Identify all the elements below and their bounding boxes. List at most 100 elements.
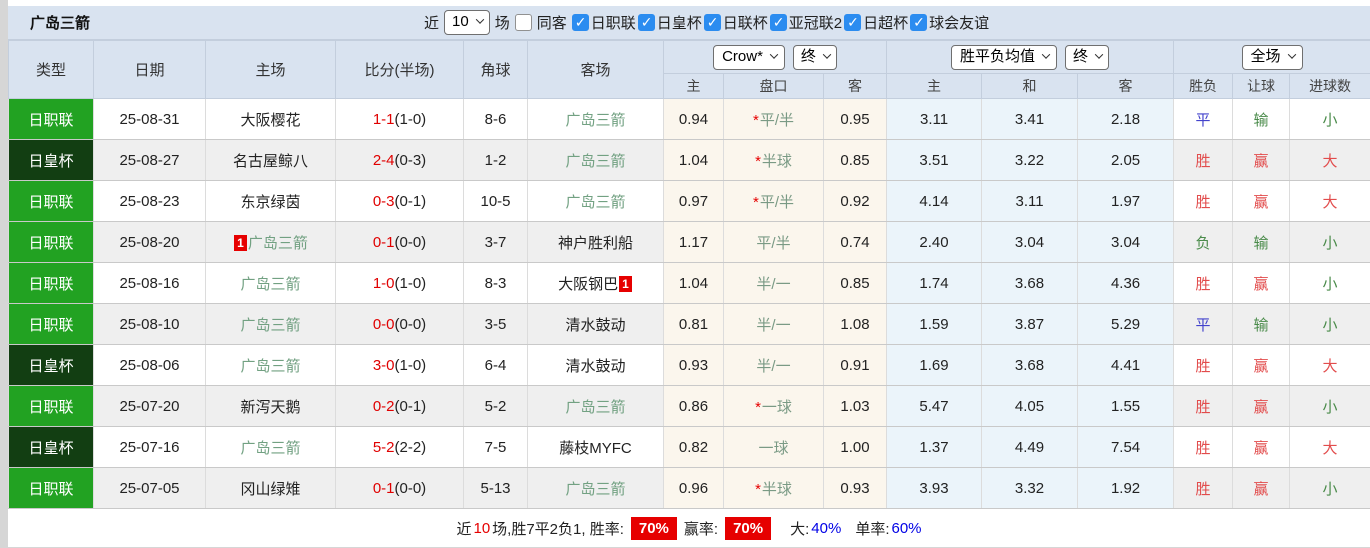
sub-away-odds-header: 客 — [824, 74, 887, 99]
handicap-line: 半球 — [762, 153, 792, 170]
match-row: 日职联 25-07-05 冈山绿雉 0-1(0-0) 5-13 广岛三箭 0.9… — [9, 468, 1370, 509]
col-corner-header: 角球 — [464, 41, 528, 99]
handicap-cell: *一球 — [724, 427, 824, 468]
match-result: 胜 — [1174, 140, 1233, 181]
away-team-cell: 广岛三箭 — [528, 99, 664, 140]
halftime-score: (1-0) — [395, 275, 427, 292]
away-team-name[interactable]: 清水鼓动 — [565, 317, 625, 334]
league-filter-checkbox[interactable] — [638, 14, 655, 31]
handicap-line: 平/半 — [760, 194, 794, 211]
avg-draw-odds: 3.68 — [982, 263, 1078, 304]
score-cell: 1-0(1-0) — [336, 263, 464, 304]
bookmaker-select[interactable]: Crow* — [713, 45, 785, 70]
fulltime-score: 3-0 — [373, 357, 395, 374]
single-rate-label: 单率: — [855, 518, 889, 539]
league-filter-label: 日超杯 — [863, 12, 908, 33]
sub-avg-home-header: 主 — [887, 74, 982, 99]
away-team-name[interactable]: 广岛三箭 — [565, 153, 625, 170]
avg-draw-odds: 3.41 — [982, 99, 1078, 140]
away-team-cell: 广岛三箭 — [528, 140, 664, 181]
home-team-cell: 名古屋鲸八 — [206, 140, 336, 181]
avg-draw-odds: 3.87 — [982, 304, 1078, 345]
corner-score: 5-2 — [464, 386, 528, 427]
league-filter-checkbox[interactable] — [910, 14, 927, 31]
chevron-down-icon — [475, 15, 483, 23]
match-row: 日皇杯 25-07-16 广岛三箭 5-2(2-2) 7-5 藤枝MYFC 0.… — [9, 427, 1370, 468]
away-team-name[interactable]: 藤枝MYFC — [559, 440, 632, 457]
sub-result-header: 胜负 — [1174, 74, 1233, 99]
handicap-result: 赢 — [1233, 263, 1290, 304]
fulltime-score: 1-0 — [373, 275, 395, 292]
handicap-line: 半/一 — [756, 358, 790, 375]
home-team-name[interactable]: 广岛三箭 — [248, 235, 308, 252]
handicap-result: 赢 — [1233, 140, 1290, 181]
big-rate-label: 大: — [790, 518, 809, 539]
same-venue-checkbox[interactable] — [515, 14, 532, 31]
league-type-badge: 日职联 — [9, 99, 94, 140]
home-team-name[interactable]: 广岛三箭 — [240, 317, 300, 334]
avg-odds-select[interactable]: 胜平负均值 — [951, 45, 1057, 70]
handicap-result: 赢 — [1233, 181, 1290, 222]
summary-record: 场,胜7平2负1, 胜率: — [492, 518, 624, 539]
home-team-cell: 大阪樱花 — [206, 99, 336, 140]
goals-result: 小 — [1290, 468, 1370, 509]
sub-avg-away-header: 客 — [1078, 74, 1174, 99]
league-filter-checkbox[interactable] — [704, 14, 721, 31]
handicap-line: 半球 — [762, 481, 792, 498]
match-date: 25-07-20 — [94, 386, 206, 427]
crow-away-odds: 0.74 — [824, 222, 887, 263]
chevron-down-icon — [1095, 50, 1103, 58]
home-team-name[interactable]: 冈山绿雉 — [240, 481, 300, 498]
score-cell: 0-3(0-1) — [336, 181, 464, 222]
home-team-name[interactable]: 广岛三箭 — [240, 358, 300, 375]
chevron-down-icon — [1287, 50, 1295, 58]
away-team-cell: 广岛三箭 — [528, 468, 664, 509]
match-table: 类型 日期 主场 比分(半场) 角球 客场 Crow* 终 — [8, 40, 1370, 509]
fulltime-score: 0-2 — [373, 398, 395, 415]
league-filter-checkbox[interactable] — [770, 14, 787, 31]
match-result: 负 — [1174, 222, 1233, 263]
avg-odds-time-select[interactable]: 终 — [1065, 45, 1109, 70]
crow-home-odds: 0.81 — [664, 304, 724, 345]
goals-result: 小 — [1290, 222, 1370, 263]
halftime-score: (0-3) — [395, 152, 427, 169]
crow-away-odds: 0.95 — [824, 99, 887, 140]
match-scope-select[interactable]: 全场 — [1242, 45, 1303, 70]
home-team-cell: 东京绿茵 — [206, 181, 336, 222]
home-team-name[interactable]: 东京绿茵 — [240, 194, 300, 211]
home-rank-badge: 1 — [234, 235, 247, 251]
away-team-name[interactable]: 大阪钢巴 — [558, 276, 618, 293]
home-team-name[interactable]: 广岛三箭 — [240, 276, 300, 293]
recent-count-select[interactable]: 10 — [444, 10, 490, 35]
handicap-result: 输 — [1233, 304, 1290, 345]
away-team-name[interactable]: 清水鼓动 — [565, 358, 625, 375]
handicap-line: 半/一 — [756, 317, 790, 334]
away-team-name[interactable]: 广岛三箭 — [565, 194, 625, 211]
handicap-result: 赢 — [1233, 427, 1290, 468]
crow-home-odds: 0.94 — [664, 99, 724, 140]
away-team-name[interactable]: 广岛三箭 — [565, 481, 625, 498]
league-filter-checkbox[interactable] — [844, 14, 861, 31]
match-result: 胜 — [1174, 386, 1233, 427]
away-team-name[interactable]: 广岛三箭 — [565, 112, 625, 129]
home-team-name[interactable]: 新泻天鹅 — [240, 399, 300, 416]
avg-home-odds: 3.11 — [887, 99, 982, 140]
summary-bar: 近10场,胜7平2负1, 胜率: 70% 赢率: 70% 大:40% 单率:60… — [8, 509, 1370, 547]
col-type-header: 类型 — [9, 41, 94, 99]
home-team-cell: 广岛三箭 — [206, 345, 336, 386]
crow-odds-time-select[interactable]: 终 — [793, 45, 837, 70]
home-team-name[interactable]: 广岛三箭 — [240, 440, 300, 457]
match-row: 日皇杯 25-08-27 名古屋鲸八 2-4(0-3) 1-2 广岛三箭 1.0… — [9, 140, 1370, 181]
away-team-name[interactable]: 广岛三箭 — [565, 399, 625, 416]
corner-score: 7-5 — [464, 427, 528, 468]
away-team-cell: 大阪钢巴1 — [528, 263, 664, 304]
home-team-name[interactable]: 大阪樱花 — [240, 112, 300, 129]
sub-goals-header: 进球数 — [1290, 74, 1370, 99]
sub-handicap-header: 盘口 — [724, 74, 824, 99]
league-filter-checkbox[interactable] — [572, 14, 589, 31]
avg-draw-odds: 3.04 — [982, 222, 1078, 263]
avg-away-odds: 1.55 — [1078, 386, 1174, 427]
league-filter-label: 日职联 — [591, 12, 636, 33]
home-team-name[interactable]: 名古屋鲸八 — [233, 153, 308, 170]
away-team-name[interactable]: 神户胜利船 — [558, 235, 633, 252]
